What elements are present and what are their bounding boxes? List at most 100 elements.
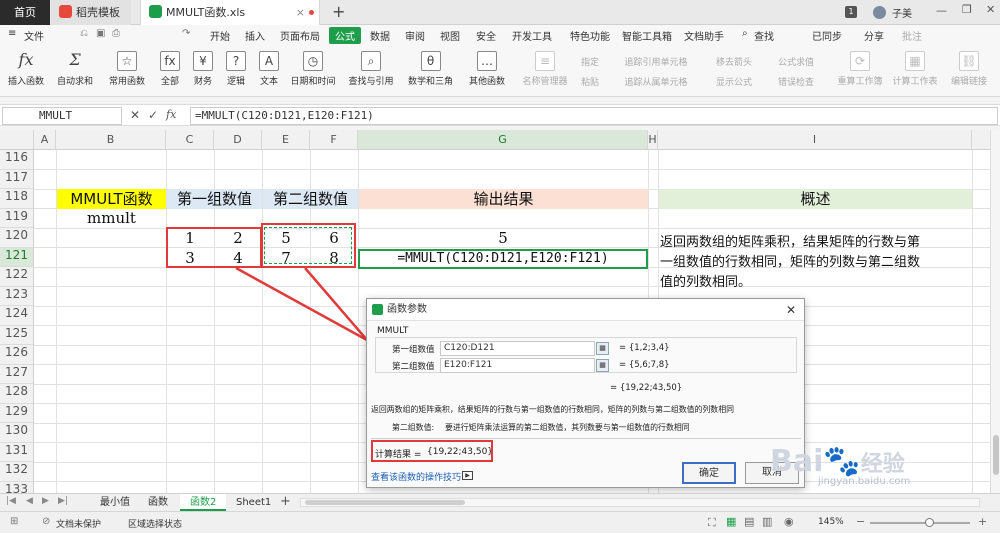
date-time-button[interactable]: ◷ 日期和时间 bbox=[287, 51, 339, 87]
row-header[interactable]: 116 bbox=[0, 150, 34, 170]
scrollbar-thumb[interactable] bbox=[993, 435, 999, 475]
cancel-formula-icon[interactable]: ✕ bbox=[130, 108, 140, 122]
row-header[interactable]: 117 bbox=[0, 169, 34, 189]
menu-formulas[interactable]: 公式 bbox=[329, 27, 361, 44]
header-cell-output[interactable]: 输出结果 bbox=[359, 189, 648, 209]
zoom-out-icon[interactable]: − bbox=[856, 515, 865, 528]
new-tab-button[interactable]: + bbox=[332, 2, 345, 21]
cell-g120[interactable]: 5 bbox=[358, 229, 648, 247]
column-header-h[interactable]: H bbox=[648, 130, 658, 150]
sheet-tab-min[interactable]: 最小值 bbox=[90, 494, 140, 511]
error-checking-button[interactable]: 错误检查 bbox=[768, 75, 824, 88]
save-icon[interactable]: ▣ bbox=[96, 28, 105, 39]
cell-i122[interactable]: 值的列数相同。 bbox=[660, 271, 751, 290]
horizontal-scrollbar-thumb[interactable] bbox=[305, 500, 465, 505]
tab-document[interactable]: MMULT函数.xls × bbox=[140, 0, 320, 25]
common-functions-button[interactable]: ☆ 常用函数 bbox=[104, 51, 150, 87]
menu-security[interactable]: 安全 bbox=[476, 28, 496, 43]
header-cell-b[interactable]: MMULT函数 bbox=[57, 189, 166, 209]
text-button[interactable]: A 文本 bbox=[254, 51, 284, 87]
undo-icon[interactable]: ⎌ bbox=[80, 28, 88, 39]
dialog-close-icon[interactable]: ✕ bbox=[786, 299, 796, 321]
macro-record-icon[interactable]: ⊞ bbox=[10, 516, 18, 527]
menu-features[interactable]: 特色功能 bbox=[570, 28, 610, 43]
arg2-input[interactable]: E120:F121 bbox=[440, 358, 595, 373]
menu-smart-toolbox[interactable]: 智能工具箱 bbox=[622, 28, 672, 43]
column-header-d[interactable]: D bbox=[214, 130, 262, 150]
column-header-c[interactable]: C bbox=[166, 130, 214, 150]
row-header[interactable]: 118 bbox=[0, 189, 34, 209]
tab-close-icon[interactable]: × bbox=[296, 0, 305, 25]
column-header-i[interactable]: I bbox=[658, 130, 972, 150]
evaluate-formula-button[interactable]: 公式求值 bbox=[768, 55, 824, 68]
column-header-b[interactable]: B bbox=[56, 130, 166, 150]
name-box[interactable]: MMULT bbox=[2, 107, 122, 125]
cell-g121-formula[interactable]: =MMULT(C120:D121,E120:F121) bbox=[358, 249, 648, 269]
name-manager-button[interactable]: ≡ 名称管理器 bbox=[520, 51, 570, 87]
specify-button[interactable]: 指定 bbox=[576, 55, 604, 68]
tab-docer[interactable]: 稻壳模板 bbox=[51, 0, 131, 25]
row-header[interactable]: 129 bbox=[0, 403, 34, 423]
minimize-button[interactable]: — bbox=[936, 4, 947, 17]
row-header[interactable]: 130 bbox=[0, 423, 34, 443]
fx-icon[interactable]: fx bbox=[166, 108, 176, 121]
formula-input[interactable]: =MMULT(C120:D121,E120:F121) bbox=[190, 107, 998, 125]
other-functions-button[interactable]: … 其他函数 bbox=[463, 51, 511, 87]
edit-links-button[interactable]: ⛓ 编辑链接 bbox=[946, 51, 992, 87]
horizontal-scrollbar[interactable] bbox=[300, 498, 980, 507]
normal-view-icon[interactable]: ▦ bbox=[726, 515, 736, 528]
column-header-f[interactable]: F bbox=[310, 130, 358, 150]
calculate-sheet-button[interactable]: ▦ 计算工作表 bbox=[890, 51, 940, 87]
user-name[interactable]: 子美 bbox=[892, 5, 912, 20]
hamburger-icon[interactable]: ≡ bbox=[8, 28, 16, 39]
row-header[interactable]: 121 bbox=[0, 247, 34, 267]
header-cell-second-group[interactable]: 第二组数值 bbox=[263, 189, 358, 209]
select-all-corner[interactable] bbox=[0, 130, 34, 150]
menu-review[interactable]: 审阅 bbox=[405, 28, 425, 43]
insert-function-button[interactable]: fx 插入函数 bbox=[6, 51, 46, 88]
print-icon[interactable]: ⎙ bbox=[112, 28, 120, 39]
help-link-icon[interactable]: ▶ bbox=[462, 471, 473, 480]
menu-data[interactable]: 数据 bbox=[370, 28, 390, 43]
row-header[interactable]: 125 bbox=[0, 325, 34, 345]
user-avatar[interactable] bbox=[873, 6, 886, 19]
row-header[interactable]: 120 bbox=[0, 228, 34, 248]
page-layout-view-icon[interactable]: ▤ bbox=[744, 515, 754, 528]
tab-home[interactable]: 首页 bbox=[0, 0, 50, 25]
column-header-a[interactable]: A bbox=[34, 130, 56, 150]
header-cell-first-group[interactable]: 第一组数值 bbox=[167, 189, 262, 209]
redo-icon[interactable]: ↷ bbox=[182, 28, 190, 39]
column-header-e[interactable]: E bbox=[262, 130, 310, 150]
menu-file[interactable]: 文件 bbox=[24, 28, 44, 43]
sync-status[interactable]: 已同步 bbox=[812, 28, 842, 43]
row-header[interactable]: 122 bbox=[0, 267, 34, 287]
zoom-in-icon[interactable]: + bbox=[978, 515, 987, 528]
row-header[interactable]: 127 bbox=[0, 364, 34, 384]
dialog-title-bar[interactable]: 函数参数 ✕ bbox=[367, 299, 804, 321]
next-sheet-icon[interactable]: ▶ bbox=[42, 496, 49, 506]
row-header[interactable]: 126 bbox=[0, 345, 34, 365]
add-sheet-button[interactable]: + bbox=[280, 494, 291, 509]
comment-button[interactable]: 批注 bbox=[902, 28, 922, 43]
paste-button[interactable]: 粘贴 bbox=[576, 75, 604, 88]
protect-status[interactable]: 文档未保护 bbox=[56, 517, 101, 530]
prev-sheet-icon[interactable]: ◀ bbox=[26, 496, 33, 506]
last-sheet-icon[interactable]: ▶| bbox=[58, 496, 68, 506]
menu-developer[interactable]: 开发工具 bbox=[512, 28, 552, 43]
arg2-range-picker-icon[interactable]: ▦ bbox=[596, 359, 609, 372]
eye-protect-icon[interactable]: ⛶ bbox=[708, 516, 716, 530]
menu-insert[interactable]: 插入 bbox=[245, 28, 265, 43]
menu-page-layout[interactable]: 页面布局 bbox=[280, 28, 320, 43]
maximize-button[interactable]: ❐ bbox=[962, 3, 972, 16]
arg1-input[interactable]: C120:D121 bbox=[440, 341, 595, 356]
zoom-slider-thumb[interactable] bbox=[925, 518, 934, 527]
close-window-button[interactable]: ✕ bbox=[986, 3, 995, 16]
lookup-button[interactable]: ⌕ 查找与引用 bbox=[345, 51, 397, 87]
row-header[interactable]: 128 bbox=[0, 384, 34, 404]
cell-i121[interactable]: 一组数值的行数相同，矩阵的列数与第二组数 bbox=[660, 251, 920, 270]
trace-dependents-button[interactable]: 追踪从属单元格 bbox=[610, 75, 702, 88]
all-functions-button[interactable]: fx 全部 bbox=[155, 51, 185, 87]
show-formulas-button[interactable]: 显示公式 bbox=[706, 75, 762, 88]
sheet-tab-sheet1[interactable]: Sheet1 bbox=[226, 494, 281, 511]
menu-start[interactable]: 开始 bbox=[210, 28, 230, 43]
